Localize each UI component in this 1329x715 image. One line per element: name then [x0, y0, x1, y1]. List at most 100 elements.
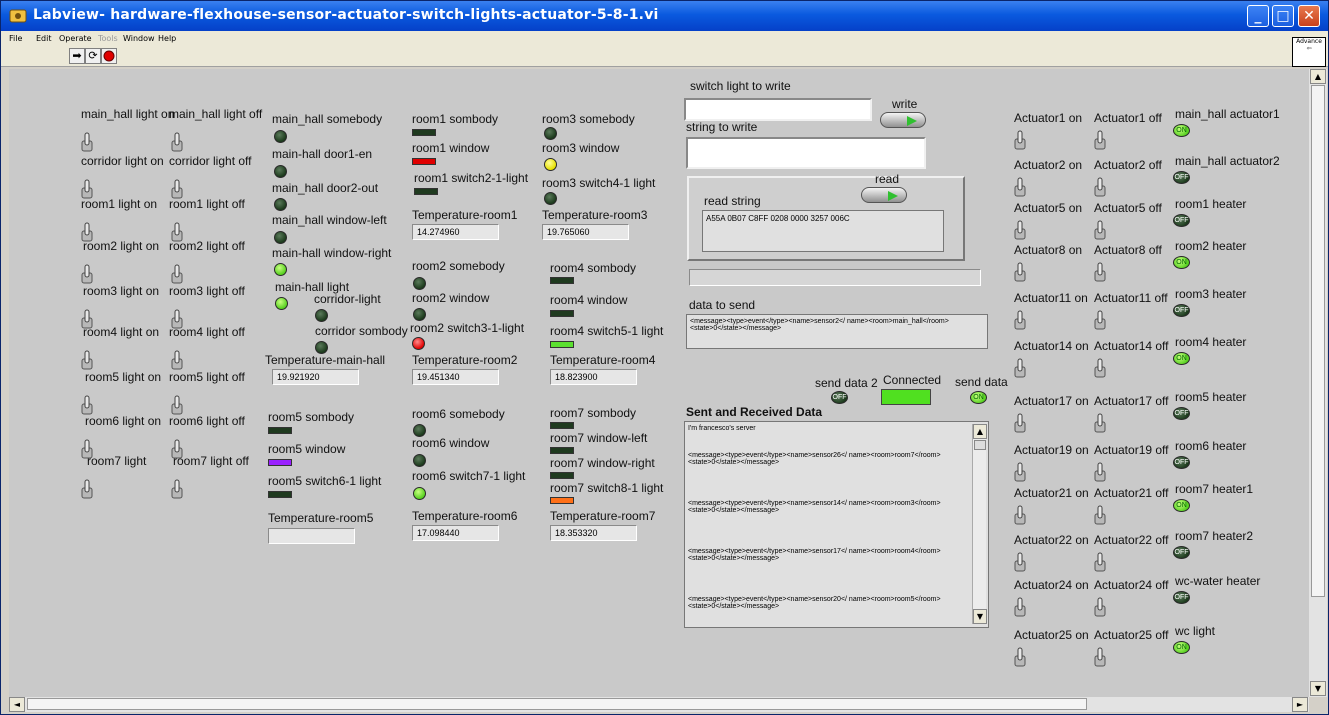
menu-help[interactable]: Help	[158, 34, 176, 43]
scroll-down-button[interactable]: ▼	[1310, 681, 1326, 696]
log-scroll-up[interactable]: ▲	[973, 424, 987, 439]
log-scroll-thumb[interactable]	[974, 440, 986, 450]
actuator-state-led[interactable]: OFF	[1173, 546, 1190, 559]
actuator-toggle-switch[interactable]	[1094, 358, 1106, 378]
menu-window[interactable]: Window	[123, 34, 155, 43]
actuator-toggle-switch[interactable]	[1014, 220, 1026, 240]
room1-window-label: room1 window	[412, 141, 490, 155]
log-scroll-down[interactable]: ▼	[973, 609, 987, 624]
vertical-scroll-thumb[interactable]	[1311, 85, 1325, 597]
room4-somebody-label: room4 sombody	[550, 261, 637, 275]
run-continuously-button[interactable]: ⟳	[85, 48, 101, 64]
send-data-led[interactable]: ON	[970, 391, 987, 404]
arrow-up-icon: ▲	[976, 427, 984, 436]
actuator-name-label: room7 heater2	[1175, 529, 1254, 543]
log-scrollbar[interactable]: ▲ ▼	[972, 424, 987, 624]
actuator-toggle-switch[interactable]	[1094, 130, 1106, 150]
light-toggle-switch[interactable]	[81, 479, 93, 499]
actuator-state-led[interactable]: ON	[1173, 256, 1190, 269]
room1-switch-label: room1 switch2-1-light	[414, 171, 529, 185]
maximize-button[interactable]: □	[1272, 5, 1294, 27]
actuator-name-label: room7 heater1	[1175, 482, 1254, 496]
actuator-toggle-switch[interactable]	[1094, 462, 1106, 482]
actuator-toggle-switch[interactable]	[1094, 262, 1106, 282]
advanced-context-help-box[interactable]: Advance ⇦	[1292, 37, 1326, 67]
actuator-name-label: room5 heater	[1175, 390, 1247, 404]
room6-switch-label: room6 switch7-1 light	[412, 469, 526, 483]
log-entry: <message><type>event</type><name>sensor1…	[688, 500, 941, 514]
light-switch-label: room6 light on	[85, 414, 162, 428]
light-toggle-switch[interactable]	[81, 350, 93, 370]
horizontal-scroll-thumb[interactable]	[27, 698, 1087, 710]
actuator-toggle-switch[interactable]	[1014, 177, 1026, 197]
actuator-state-led[interactable]: OFF	[1173, 456, 1190, 469]
log-entry: <message><type>event</type><name>sensor1…	[688, 548, 941, 562]
actuator-toggle-switch[interactable]	[1094, 177, 1106, 197]
light-toggle-switch[interactable]	[171, 264, 183, 284]
actuator-toggle-switch[interactable]	[1014, 262, 1026, 282]
menu-edit[interactable]: Edit	[36, 34, 52, 43]
scroll-left-button[interactable]: ◄	[9, 697, 25, 712]
actuator-toggle-switch[interactable]	[1014, 358, 1026, 378]
room1-window-indicator	[412, 158, 436, 165]
actuator-state-led[interactable]: ON	[1173, 641, 1190, 654]
actuator-toggle-switch[interactable]	[1094, 552, 1106, 572]
horizontal-scrollbar[interactable]: ◄ ►	[9, 697, 1309, 712]
actuator-name-label: wc light	[1175, 624, 1216, 638]
light-toggle-switch[interactable]	[81, 179, 93, 199]
actuator-toggle-switch[interactable]	[1014, 310, 1026, 330]
room7-switch-label: room7 switch8-1 light	[550, 481, 664, 495]
menu-tools[interactable]: Tools	[98, 34, 118, 43]
scroll-right-button[interactable]: ►	[1292, 697, 1308, 712]
actuator-toggle-switch[interactable]	[1094, 413, 1106, 433]
advanced-label: Advance	[1296, 38, 1322, 45]
actuator-state-led[interactable]: OFF	[1173, 407, 1190, 420]
mainhall-somebody-label: main_hall somebody	[272, 112, 383, 126]
actuator-state-led[interactable]: OFF	[1173, 171, 1190, 184]
actuator-toggle-switch[interactable]	[1094, 310, 1106, 330]
light-toggle-switch[interactable]	[81, 395, 93, 415]
actuator-state-led[interactable]: ON	[1173, 499, 1190, 512]
room5-window-indicator	[268, 459, 292, 466]
actuator-toggle-switch[interactable]	[1094, 647, 1106, 667]
room6-switch-led	[413, 487, 426, 500]
actuator-state-led[interactable]: ON	[1173, 124, 1190, 137]
actuator-off-label: Actuator8 off	[1094, 243, 1162, 257]
scroll-up-button[interactable]: ▲	[1310, 69, 1326, 84]
mainhall-door1-label: main-hall door1-en	[272, 147, 373, 161]
actuator-state-led[interactable]: OFF	[1173, 591, 1190, 604]
actuator-toggle-switch[interactable]	[1014, 505, 1026, 525]
actuator-state-led[interactable]: OFF	[1173, 214, 1190, 227]
light-toggle-switch[interactable]	[171, 395, 183, 415]
run-arrow-button[interactable]: ➡	[69, 48, 85, 64]
menu-operate[interactable]: Operate	[59, 34, 92, 43]
actuator-on-label: Actuator19 on	[1014, 443, 1089, 457]
actuator-state-led[interactable]: OFF	[1173, 304, 1190, 317]
actuator-toggle-switch[interactable]	[1014, 647, 1026, 667]
string-to-write-input[interactable]	[686, 137, 926, 169]
light-toggle-switch[interactable]	[171, 179, 183, 199]
menu-file[interactable]: File	[9, 34, 22, 43]
light-toggle-switch[interactable]	[81, 264, 93, 284]
actuator-toggle-switch[interactable]	[1014, 552, 1026, 572]
actuator-toggle-switch[interactable]	[1014, 130, 1026, 150]
light-toggle-switch[interactable]	[171, 132, 183, 152]
minimize-button[interactable]: _	[1247, 5, 1269, 27]
actuator-toggle-switch[interactable]	[1094, 220, 1106, 240]
light-toggle-switch[interactable]	[171, 479, 183, 499]
write-button[interactable]	[880, 112, 926, 128]
send-data2-led[interactable]: OFF	[831, 391, 848, 404]
actuator-toggle-switch[interactable]	[1014, 413, 1026, 433]
light-toggle-switch[interactable]	[81, 132, 93, 152]
read-button[interactable]	[861, 187, 907, 203]
actuator-toggle-switch[interactable]	[1094, 505, 1106, 525]
vertical-scrollbar[interactable]: ▲ ▼	[1309, 69, 1327, 697]
actuator-toggle-switch[interactable]	[1014, 462, 1026, 482]
close-button[interactable]: ✕	[1298, 5, 1320, 27]
actuator-toggle-switch[interactable]	[1094, 597, 1106, 617]
actuator-toggle-switch[interactable]	[1014, 597, 1026, 617]
light-toggle-switch[interactable]	[171, 350, 183, 370]
abort-button[interactable]	[101, 48, 117, 64]
actuator-state-led[interactable]: ON	[1173, 352, 1190, 365]
switch-light-input[interactable]	[684, 98, 872, 121]
